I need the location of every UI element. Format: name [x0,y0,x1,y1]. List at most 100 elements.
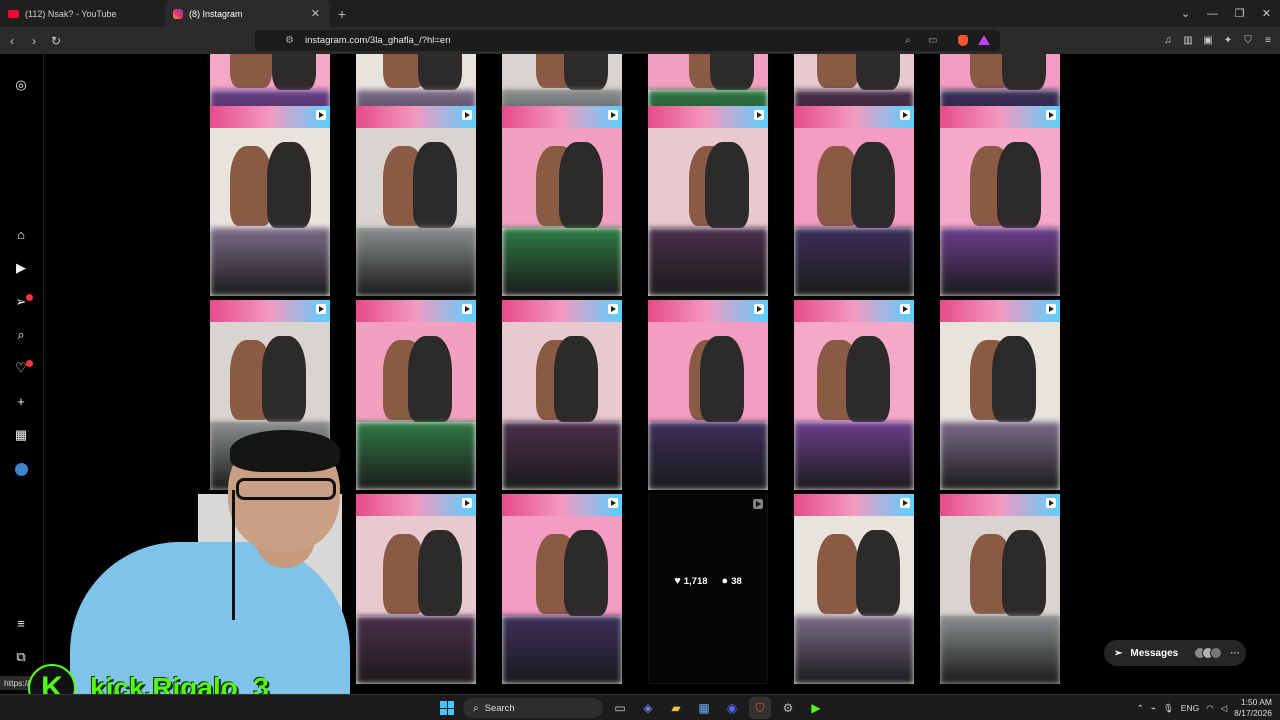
network-icon[interactable]: ⌁ [1151,703,1156,714]
reel-icon [462,110,472,120]
wallet-icon[interactable]: ▣ [1200,30,1216,50]
blurred-region [502,422,622,490]
grid-post-thumbnail[interactable] [356,106,476,296]
more-icon: ··· [1230,647,1241,659]
grid-post-thumbnail[interactable] [502,300,622,490]
back-button[interactable]: ‹ [2,31,22,51]
create-icon[interactable]: + [12,392,30,410]
messages-icon: ➢ [1114,647,1123,659]
grid-post-thumbnail[interactable] [648,300,768,490]
discord-icon[interactable]: ◉ [721,697,743,719]
taskbar-search[interactable]: ⌕ Search [463,698,603,718]
messages-button[interactable]: ➢ Messages ··· [1104,640,1246,666]
streamer-glasses [236,478,336,500]
reload-button[interactable]: ↻ [46,31,66,51]
volume-icon[interactable]: ◁ [1221,703,1228,714]
grid-post-thumbnail[interactable] [794,106,914,296]
person-figure [1002,54,1046,90]
brave-rewards-icon[interactable] [978,35,990,45]
blurred-region [794,228,914,296]
person-figure [408,336,452,422]
webcam-overlay [0,430,360,695]
teams-icon[interactable]: ◈ [637,697,659,719]
notification-badge [26,294,33,301]
grid-post-thumbnail[interactable] [794,494,914,684]
reel-icon [900,498,910,508]
mic-icon[interactable]: 🎙 [1163,703,1174,714]
vpn-icon[interactable]: ⛉ [1240,30,1256,50]
sidebar-icon[interactable]: ▥ [1180,30,1196,50]
new-tab-button[interactable]: + [330,0,354,27]
tab-instagram[interactable]: (8) Instagram ✕ [165,0,330,27]
person-figure [856,54,900,90]
minimize-button[interactable]: — [1199,0,1226,27]
grid-post-thumbnail[interactable] [210,106,330,296]
grid-post-thumbnail[interactable] [940,106,1060,296]
grid-post-thumbnail[interactable] [502,494,622,684]
blurred-region [210,228,330,296]
live-header-bar [502,106,622,128]
post-stats-overlay: ♥ 1,718 ● 38 [649,575,767,587]
zoom-icon[interactable]: ⌕ [905,35,911,46]
person-figure [856,530,900,616]
person-figure [851,142,895,228]
live-header-bar [794,106,914,128]
settings-icon[interactable]: ⚙ [777,697,799,719]
likes-count: 1,718 [683,576,708,587]
store-icon[interactable]: ▦ [693,697,715,719]
clock[interactable]: 1:50 AM 8/17/2026 [1234,697,1272,719]
search-icon[interactable]: ⌕ [12,326,30,344]
forward-button[interactable]: › [24,31,44,51]
url-field[interactable]: ⚙ instagram.com/3la_ghafla_/?hl=en ⌕ ▭ [255,30,1000,51]
grid-post-thumbnail[interactable] [356,494,476,684]
blurred-region [502,228,622,296]
blurred-region [940,616,1060,684]
earphone-wire [232,490,235,620]
start-button[interactable] [437,698,457,718]
reels-icon[interactable]: ▶ [12,259,30,277]
grid-post-thumbnail[interactable] [940,494,1060,684]
cast-icon[interactable]: ▭ [928,35,937,46]
blurred-region [502,616,622,684]
messages-icon[interactable]: ➢ [12,293,33,311]
youtube-icon [8,9,19,18]
blurred-region [794,422,914,490]
close-tab-icon[interactable]: ✕ [311,7,320,20]
tray-chevron-icon[interactable]: ⌃ [1137,703,1144,714]
maximize-button[interactable]: ❐ [1226,0,1253,27]
close-window-button[interactable]: ✕ [1253,0,1280,27]
person-figure [413,142,457,228]
tab-title: (8) Instagram [189,8,243,19]
leo-icon[interactable]: ✦ [1220,30,1236,50]
tab-youtube[interactable]: (112) Nsak? - YouTube [0,0,165,27]
language-indicator[interactable]: ENG [1181,703,1199,713]
grid-post-thumbnail[interactable] [794,300,914,490]
live-header-bar [356,300,476,322]
grid-post-thumbnail[interactable] [648,106,768,296]
person-figure [230,54,272,88]
grid-post-thumbnail[interactable]: ♥ 1,718 ● 38 [648,494,768,684]
kick-app-icon[interactable]: ▶ [805,697,827,719]
media-icon[interactable]: ♫ [1160,30,1176,50]
browser-menu-icon[interactable]: ≡ [1260,30,1276,50]
file-explorer-icon[interactable]: ▰ [665,697,687,719]
chevron-down-icon[interactable]: ⌄ [1172,0,1199,27]
site-settings-icon[interactable]: ⚙ [285,35,294,46]
reel-icon [1046,498,1056,508]
person-figure [1002,530,1046,616]
task-view-icon[interactable]: ▭ [609,697,631,719]
search-icon: ⌕ [473,702,479,714]
grid-post-thumbnail[interactable] [940,300,1060,490]
home-icon[interactable]: ⌂ [12,225,30,243]
blurred-region [356,422,476,490]
grid-post-thumbnail[interactable] [502,106,622,296]
wifi-icon[interactable]: ◠ [1206,703,1213,714]
instagram-icon[interactable]: ◎ [12,76,30,94]
brave-browser-icon[interactable]: ⛉ [749,697,771,719]
grid-post-thumbnail[interactable] [356,300,476,490]
blurred-region [356,228,476,296]
likes-count-wrap: ♥ 1,718 [674,575,707,587]
person-figure [817,54,859,88]
notifications-icon[interactable]: ♡ [12,359,33,377]
brave-shields-icon[interactable] [958,35,968,46]
